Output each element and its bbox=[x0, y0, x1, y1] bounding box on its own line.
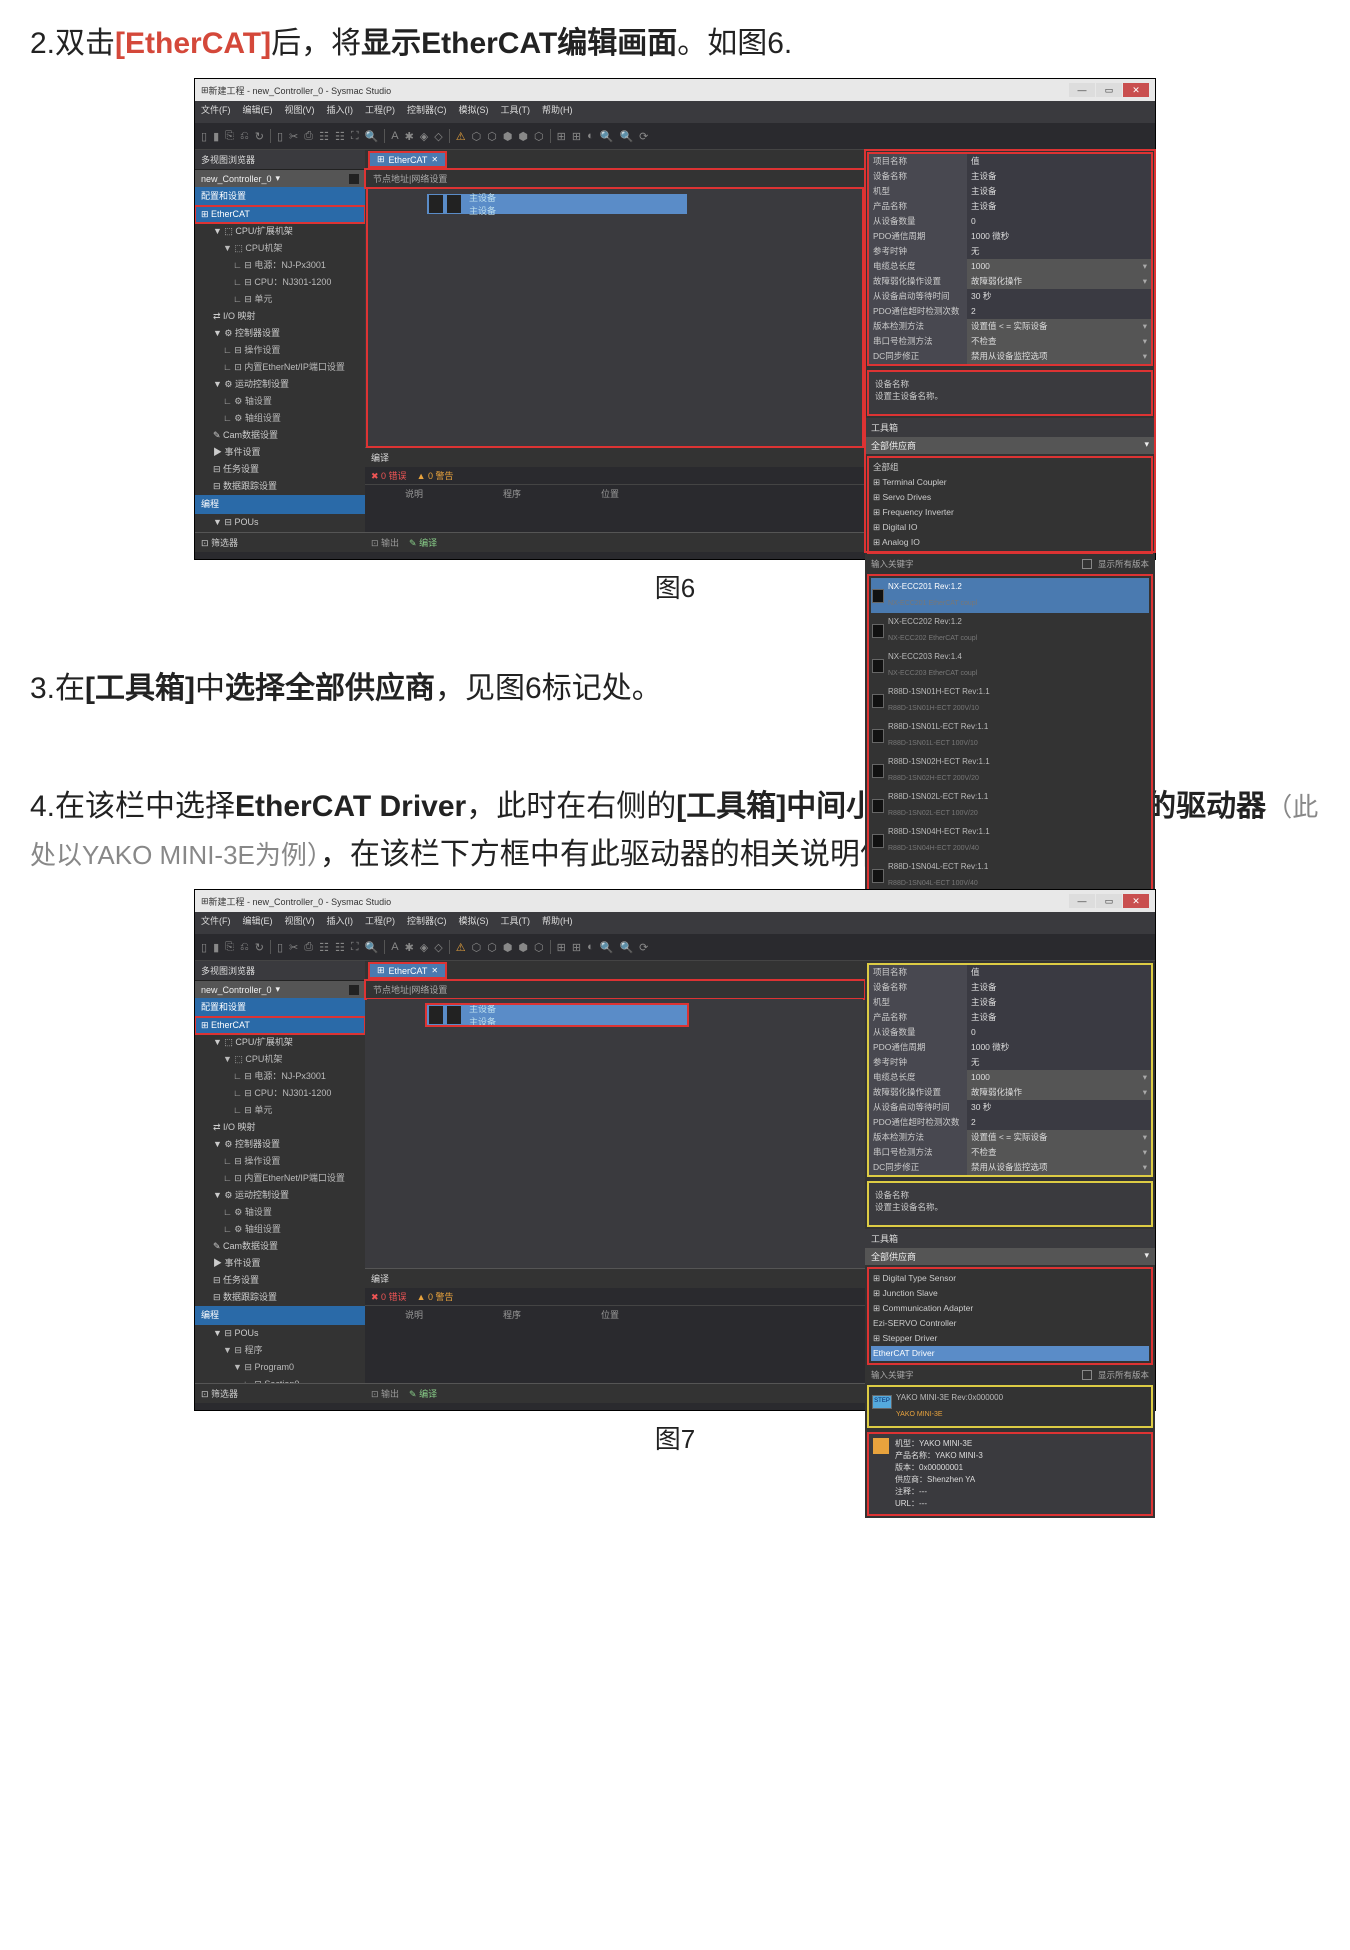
tree-programming: 编程 bbox=[195, 495, 365, 514]
category-list[interactable]: 全部组⊞ Terminal Coupler⊞ Servo Drives⊞ Fre… bbox=[867, 456, 1153, 554]
toolbar[interactable]: ▯▮⎘⎌↻▯✂⎙☷☷⛶🔍A✱◈◇⚠⬡⬡⬢⬢⬡⊞⊞◐🔍🔍⟳ bbox=[195, 123, 1155, 150]
status-bar: ⊡ 输出✎ 编译 bbox=[365, 532, 865, 552]
supplier-dropdown[interactable]: 全部供应商 bbox=[865, 437, 1155, 454]
category-list[interactable]: ⊞ Digital Type Sensor⊞ Junction Slave⊞ C… bbox=[867, 1267, 1153, 1365]
left-panel: 多视图浏览器 new_Controller_0▾ 配置和设置 ⊞ EtherCA… bbox=[195, 150, 365, 552]
device-list[interactable]: STEPYAKO MINI-3E Rev:0x000000YAKO MINI-3… bbox=[867, 1385, 1153, 1428]
controller-selector[interactable]: new_Controller_0▾ bbox=[195, 170, 365, 187]
project-tree[interactable]: 配置和设置 ⊞ EtherCAT ▼ ⬚ CPU/扩展机架 ▼ ⬚ CPU机架 … bbox=[195, 187, 365, 532]
figure-7-screenshot: ⊞ 新建工程 - new_Controller_0 - Sysmac Studi… bbox=[194, 889, 1156, 1411]
figure-6-screenshot: ⊞ 新建工程 - new_Controller_0 - Sysmac Studi… bbox=[194, 78, 1156, 560]
checkbox-icon bbox=[1082, 559, 1092, 569]
window-buttons: — ▭ ✕ bbox=[1069, 83, 1149, 97]
canvas-header: 节点地址|网络设置 bbox=[365, 169, 865, 188]
right-panel: 项目名称值 设备名称主设备 机型主设备 产品名称主设备 从设备数量0 PDO通信… bbox=[865, 150, 1155, 552]
master-node[interactable]: 主设备主设备 bbox=[427, 194, 687, 214]
tab-ethercat[interactable]: ⊞ EtherCAT ✕ bbox=[369, 152, 446, 167]
keyword-filter[interactable]: 输入关键字显示所有版本 bbox=[865, 556, 1155, 572]
filter-bar[interactable]: ⊡ 筛选器 bbox=[195, 532, 365, 552]
ethercat-driver-category: EtherCAT Driver bbox=[871, 1346, 1149, 1361]
menubar[interactable]: 文件(F)编辑(E)视图(V)插入(I)工程(P)控制器(C)模拟(S)工具(T… bbox=[195, 101, 1155, 123]
left-pane-header: 多视图浏览器 bbox=[195, 150, 365, 170]
properties-grid[interactable]: 项目名称值 设备名称主设备 机型主设备 产品名称主设备 从设备数量0 PDO通信… bbox=[867, 152, 1153, 366]
minimize-button[interactable]: — bbox=[1069, 83, 1095, 97]
device-detail: 机型：YAKO MINI-3E产品名称：YAKO MINI-3版本：0x0000… bbox=[867, 1432, 1153, 1516]
window-title: 新建工程 - new_Controller_0 - Sysmac Studio bbox=[209, 84, 392, 97]
center-panel: ⊞ EtherCAT ✕ 节点地址|网络设置 主设备主设备 编译 ✖ 0 错误▲… bbox=[365, 150, 865, 552]
compile-panel: 编译 ✖ 0 错误▲ 0 警告 说明程序位置 bbox=[365, 447, 865, 532]
app-icon: ⊞ bbox=[201, 85, 209, 96]
properties-grid[interactable]: 项目名称值 设备名称主设备 机型主设备 产品名称主设备 从设备数量0 PDO通信… bbox=[867, 963, 1153, 1177]
tree-root: 配置和设置 bbox=[195, 187, 365, 206]
device-list[interactable]: NX-ECC201 Rev:1.2NX-ECC201 EtherCAT coup… bbox=[867, 574, 1153, 897]
window-titlebar: ⊞ 新建工程 - new_Controller_0 - Sysmac Studi… bbox=[195, 79, 1155, 101]
property-hint: 设备名称设置主设备名称。 bbox=[867, 370, 1153, 416]
ethercat-canvas[interactable]: 主设备主设备 bbox=[367, 188, 863, 447]
tree-ethercat[interactable]: ⊞ EtherCAT bbox=[195, 206, 365, 223]
keyword-ethercat: [EtherCAT] bbox=[115, 27, 271, 60]
list-item-yako: STEPYAKO MINI-3E Rev:0x000000YAKO MINI-3… bbox=[871, 1389, 1149, 1424]
toolbox-header: 工具箱 bbox=[865, 418, 1155, 437]
maximize-button[interactable]: ▭ bbox=[1096, 83, 1122, 97]
close-button[interactable]: ✕ bbox=[1123, 83, 1149, 97]
close-icon: ✕ bbox=[431, 155, 438, 164]
step-2: 2.双击[EtherCAT]后，将显示EtherCAT编辑画面。如图6. bbox=[30, 20, 1320, 68]
list-item: NX-ECC201 Rev:1.2NX-ECC201 EtherCAT coup… bbox=[871, 578, 1149, 613]
tree-ethercat: ⊞ EtherCAT bbox=[195, 1017, 365, 1034]
